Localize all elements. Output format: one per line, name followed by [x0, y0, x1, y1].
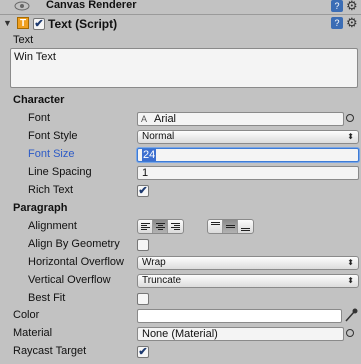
- vertical-overflow-row: Vertical Overflow Truncate ⬍: [0, 272, 361, 290]
- align-bottom-button[interactable]: [238, 220, 253, 233]
- enabled-checkbox[interactable]: ✔: [33, 18, 45, 30]
- gear-icon[interactable]: ⚙: [346, 0, 358, 14]
- rich-text-label: Rich Text: [28, 184, 74, 196]
- dropdown-arrow-icon: ⬍: [347, 132, 354, 141]
- font-style-label: Font Style: [28, 130, 78, 142]
- best-fit-row: Best Fit: [0, 290, 361, 308]
- font-size-input[interactable]: 24: [137, 148, 359, 162]
- canvas-renderer-title: Canvas Renderer: [46, 0, 137, 11]
- character-section: Character: [0, 92, 361, 110]
- best-fit-label: Best Fit: [28, 292, 66, 304]
- align-middle-button[interactable]: [223, 220, 238, 233]
- line-spacing-label: Line Spacing: [28, 166, 92, 178]
- material-label: Material: [13, 327, 53, 339]
- dropdown-arrow-icon: ⬍: [347, 258, 354, 267]
- paragraph-section: Paragraph: [0, 200, 361, 218]
- text-script-header[interactable]: ▼ T ✔ Text (Script) ? ⚙: [0, 15, 361, 33]
- best-fit-checkbox[interactable]: [137, 293, 149, 305]
- font-style-row: Font Style Normal ⬍: [0, 128, 361, 146]
- help-icon[interactable]: ?: [331, 0, 343, 12]
- font-asset-icon: A: [141, 114, 148, 124]
- font-label: Font: [28, 112, 51, 124]
- horizontal-overflow-dropdown[interactable]: Wrap ⬍: [137, 256, 359, 270]
- font-field[interactable]: A Arial: [137, 112, 344, 126]
- canvas-renderer-header[interactable]: Canvas Renderer ? ⚙: [0, 0, 361, 15]
- color-label: Color: [13, 309, 40, 321]
- raycast-target-row: Raycast Target ✔: [0, 343, 361, 361]
- object-picker-icon[interactable]: [346, 114, 354, 122]
- align-by-geometry-row: Align By Geometry: [0, 236, 361, 254]
- align-by-geometry-label: Align By Geometry: [28, 238, 120, 250]
- align-center-button[interactable]: [153, 220, 168, 233]
- align-left-button[interactable]: [138, 220, 153, 233]
- line-spacing-input[interactable]: 1: [137, 166, 359, 180]
- eyedropper-icon[interactable]: [344, 307, 358, 326]
- raycast-target-label: Raycast Target: [13, 345, 87, 357]
- gear-icon[interactable]: ⚙: [346, 15, 358, 31]
- vertical-overflow-label: Vertical Overflow: [28, 274, 111, 286]
- color-row: Color: [0, 307, 361, 325]
- paragraph-header: Paragraph: [13, 202, 68, 214]
- character-header: Character: [13, 94, 65, 106]
- material-row: Material None (Material): [0, 325, 361, 343]
- material-value: None (Material): [142, 328, 218, 340]
- align-by-geometry-checkbox[interactable]: [137, 239, 149, 251]
- vertical-overflow-dropdown[interactable]: Truncate ⬍: [137, 274, 359, 288]
- text-script-title: Text (Script): [48, 17, 118, 31]
- alignment-label: Alignment: [28, 220, 77, 232]
- align-top-button[interactable]: [208, 220, 223, 233]
- dropdown-arrow-icon: ⬍: [347, 276, 354, 285]
- horizontal-alignment-group: [137, 219, 184, 234]
- alignment-row: Alignment: [0, 218, 361, 236]
- line-spacing-row: Line Spacing 1: [0, 164, 361, 182]
- vertical-overflow-value: Truncate: [142, 275, 182, 286]
- font-style-value: Normal: [142, 131, 175, 142]
- font-size-row: Font Size 24: [0, 146, 361, 164]
- align-right-button[interactable]: [168, 220, 183, 233]
- text-area[interactable]: Win Text: [10, 48, 358, 88]
- font-value: Arial: [154, 113, 177, 125]
- text-label: Text: [13, 34, 34, 46]
- horizontal-overflow-value: Wrap: [142, 257, 166, 268]
- text-component-icon: T: [17, 17, 29, 29]
- foldout-arrow-icon[interactable]: ▼: [3, 18, 12, 28]
- object-picker-icon[interactable]: [346, 329, 354, 337]
- font-row: Font A Arial: [0, 110, 361, 128]
- eye-icon: [14, 0, 30, 12]
- font-size-label: Font Size: [28, 148, 75, 160]
- color-swatch[interactable]: [137, 309, 342, 323]
- horizontal-overflow-row: Horizontal Overflow Wrap ⬍: [0, 254, 361, 272]
- rich-text-checkbox[interactable]: ✔: [137, 185, 149, 197]
- raycast-target-checkbox[interactable]: ✔: [137, 346, 149, 358]
- rich-text-row: Rich Text ✔: [0, 182, 361, 200]
- font-size-value: 24: [142, 149, 157, 161]
- vertical-alignment-group: [207, 219, 254, 234]
- help-icon[interactable]: ?: [331, 17, 343, 29]
- material-field[interactable]: None (Material): [137, 327, 344, 341]
- font-style-dropdown[interactable]: Normal ⬍: [137, 130, 359, 144]
- horizontal-overflow-label: Horizontal Overflow: [28, 256, 124, 268]
- line-spacing-value: 1: [142, 167, 149, 179]
